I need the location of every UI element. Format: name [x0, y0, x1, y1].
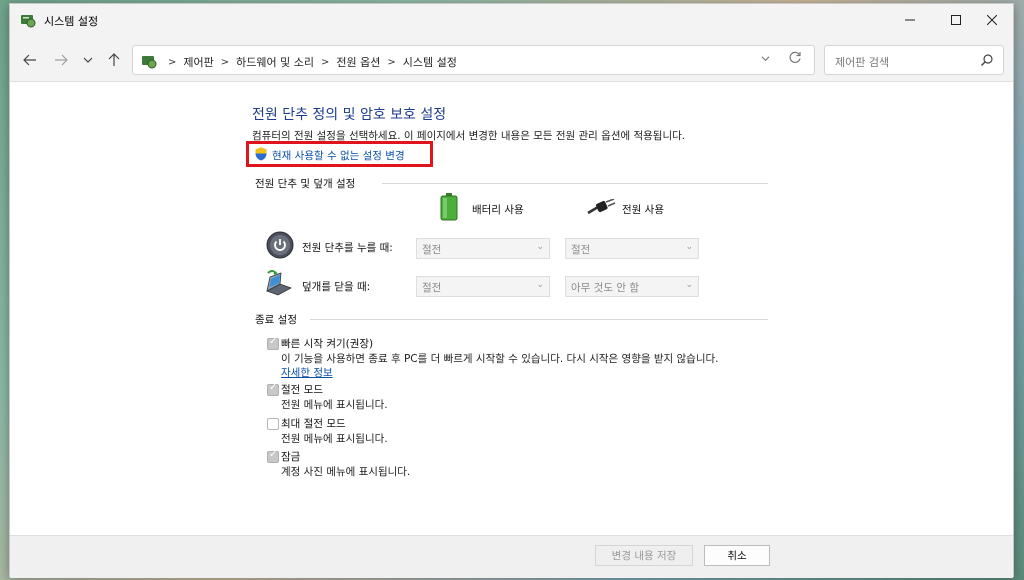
uac-shield-icon — [255, 147, 267, 161]
chevron-down-icon: ⌄ — [685, 280, 693, 290]
power-plug-icon — [587, 199, 616, 215]
chevron-down-icon: ⌄ — [536, 242, 544, 252]
lock-checkbox[interactable] — [267, 449, 279, 463]
breadcrumb-separator: > — [321, 56, 330, 68]
power-button-plugged-select[interactable]: 절전 ⌄ — [565, 238, 699, 259]
sleep-checkbox[interactable] — [267, 382, 279, 396]
breadcrumb-separator: > — [387, 56, 396, 68]
navigation-bar: > 제어판 > 하드웨어 및 소리 > 전원 옵션 > 시스템 설정 제어판 검… — [10, 36, 1013, 82]
breadcrumb-item-control-panel[interactable]: 제어판 — [183, 54, 213, 70]
hibernate-label: 최대 절전 모드 — [281, 418, 346, 430]
power-buttons-header: 전원 단추 및 덮개 설정 — [255, 178, 356, 190]
lock-label: 잠금 — [281, 451, 301, 463]
search-input[interactable]: 제어판 검색 — [835, 54, 889, 70]
arrow-right-icon — [55, 54, 68, 66]
change-unavailable-settings-link[interactable]: 현재 사용할 수 없는 설정 변경 — [272, 148, 405, 163]
lid-close-battery-select[interactable]: 절전 ⌄ — [416, 276, 550, 297]
fast-startup-checkbox[interactable] — [267, 336, 279, 350]
chevron-down-icon — [761, 56, 770, 62]
select-value: 절전 — [422, 244, 442, 256]
arrow-up-icon — [108, 53, 120, 66]
hibernate-checkbox[interactable] — [267, 418, 279, 430]
back-button[interactable] — [20, 50, 40, 70]
more-info-link[interactable]: 자세한 정보 — [281, 365, 333, 380]
control-panel-icon — [21, 15, 36, 28]
change-settings-highlight: 현재 사용할 수 없는 설정 변경 — [246, 141, 433, 167]
save-changes-button[interactable]: 변경 내용 저장 — [595, 545, 693, 566]
system-settings-window: 시스템 설정 > 제어판 > 하드웨어 및 소리 > 전원 옵션 > 시스템 설… — [9, 3, 1014, 578]
battery-icon — [440, 193, 458, 221]
select-value: 아무 것도 안 함 — [571, 282, 639, 294]
lock-description: 계정 사진 메뉴에 표시됩니다. — [281, 466, 411, 478]
minimize-icon — [905, 19, 915, 21]
fast-startup-label: 빠른 시작 켜기(권장) — [281, 338, 374, 350]
plugged-in-column-header: 전원 사용 — [622, 204, 664, 216]
fast-startup-description: 이 기능을 사용하면 종료 후 PC를 더 빠르게 시작할 수 있습니다. 다시… — [281, 353, 719, 365]
breadcrumb: > 제어판 > 하드웨어 및 소리 > 전원 옵션 > 시스템 설정 — [161, 54, 457, 70]
hibernate-description: 전원 메뉴에 표시됩니다. — [281, 433, 388, 445]
shutdown-settings-header: 종료 설정 — [255, 314, 297, 326]
chevron-down-icon: ⌄ — [685, 242, 693, 252]
title-bar: 시스템 설정 — [10, 4, 1013, 36]
control-panel-icon — [142, 56, 157, 69]
breadcrumb-separator: > — [220, 56, 230, 68]
breadcrumb-item-power-options[interactable]: 전원 옵션 — [336, 54, 380, 70]
breadcrumb-item-system-settings[interactable]: 시스템 설정 — [403, 54, 457, 70]
laptop-lid-icon — [266, 270, 292, 296]
divider — [382, 183, 768, 184]
close-icon — [987, 15, 997, 25]
minimize-button[interactable] — [887, 4, 933, 36]
search-box[interactable]: 제어판 검색 — [824, 45, 1004, 75]
chevron-down-icon: ⌄ — [536, 280, 544, 290]
page-title: 전원 단추 정의 및 암호 보호 설정 — [252, 107, 447, 123]
maximize-icon — [951, 15, 961, 25]
address-bar[interactable]: > 제어판 > 하드웨어 및 소리 > 전원 옵션 > 시스템 설정 — [132, 45, 815, 75]
select-value: 절전 — [422, 282, 442, 294]
divider — [310, 319, 768, 320]
sleep-description: 전원 메뉴에 표시됩니다. — [281, 399, 388, 411]
lid-close-plugged-select[interactable]: 아무 것도 안 함 ⌄ — [565, 276, 699, 297]
up-button[interactable] — [104, 50, 124, 70]
button-bar: 변경 내용 저장 취소 — [10, 535, 1013, 578]
window-title: 시스템 설정 — [44, 15, 99, 28]
cancel-button[interactable]: 취소 — [704, 545, 770, 566]
lid-close-action-label: 덮개를 닫을 때: — [302, 281, 371, 293]
power-button-action-label: 전원 단추를 누를 때: — [302, 242, 393, 254]
main-content: 전원 단추 정의 및 암호 보호 설정 컴퓨터의 전원 설정을 선택하세요. 이… — [10, 83, 1013, 535]
close-button[interactable] — [969, 4, 1015, 36]
forward-button[interactable] — [51, 50, 71, 70]
refresh-icon — [789, 51, 801, 63]
recent-locations-button[interactable] — [78, 50, 98, 70]
refresh-button[interactable] — [788, 51, 802, 69]
arrow-left-icon — [23, 54, 36, 66]
breadcrumb-separator: > — [168, 56, 177, 68]
power-button-battery-select[interactable]: 절전 ⌄ — [416, 238, 550, 259]
chevron-down-icon — [83, 57, 93, 63]
search-icon[interactable] — [980, 53, 994, 67]
breadcrumb-item-hardware-sound[interactable]: 하드웨어 및 소리 — [236, 54, 314, 70]
address-dropdown-button[interactable] — [761, 54, 770, 66]
select-value: 절전 — [571, 244, 591, 256]
power-button-icon — [266, 231, 294, 259]
battery-column-header: 배터리 사용 — [472, 204, 524, 216]
sleep-label: 절전 모드 — [281, 384, 323, 396]
